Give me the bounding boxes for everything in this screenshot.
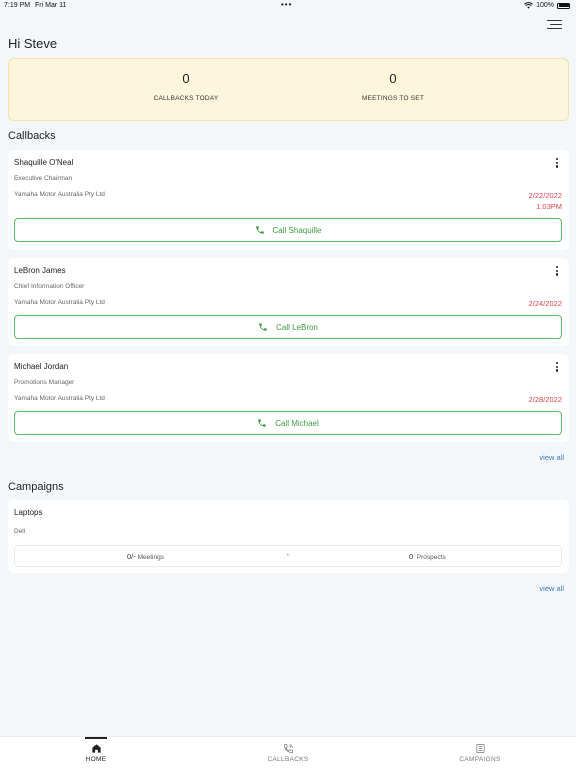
callbacks-today-value: 0 [182,71,190,86]
hamburger-icon [547,20,562,22]
meetings-to-set-stat[interactable]: 0 MEETINGS TO SET [293,59,493,102]
contact-role: Promotions Manager [14,379,75,386]
tab-bar: HOME CALLBACKS CAMPAIGNS [0,736,576,768]
tab-campaigns-label: CAMPAIGNS [459,756,501,763]
callbacks-today-stat[interactable]: 0 CALLBACKS TODAY [86,59,286,102]
campaign-card[interactable]: Laptops Dell 0/- Meetings + 0 Prospects [8,500,569,573]
callback-card[interactable]: LeBron James Chief Information Officer Y… [8,258,569,346]
hamburger-line [547,28,562,30]
prospects-value: 0 [409,552,414,561]
campaign-name: Laptops [14,508,43,517]
callback-date: 2/22/2022 [528,191,562,200]
prospects-label: Prospects [416,554,446,561]
menu-button[interactable] [547,20,562,30]
meetings-to-set-value: 0 [389,71,397,86]
callbacks-section-title: Callbacks [8,130,56,142]
contact-name: LeBron James [14,266,66,275]
battery-percent: 100% [536,2,554,9]
contact-name: Michael Jordan [14,362,69,371]
stats-separator: + [286,552,290,559]
hamburger-line [550,24,562,26]
more-options-icon[interactable] [554,158,560,170]
meetings-label: Meetings [137,554,164,561]
home-icon [91,744,101,753]
call-button-label: Call Shaquille [272,225,322,235]
status-date: Fri Mar 11 [35,2,67,9]
campaigns-view-all-link[interactable]: view all [539,584,564,593]
callbacks-view-all-link[interactable]: view all [539,453,564,462]
tab-campaigns[interactable]: CAMPAIGNS [440,737,520,763]
list-icon [475,744,485,753]
call-button[interactable]: Call Michael [14,411,562,435]
campaign-client: Dell [14,528,26,535]
tab-callbacks-label: CALLBACKS [267,756,309,763]
campaign-prospects: 0 Prospects [409,552,446,561]
call-button-label: Call Michael [275,418,319,428]
battery-icon [557,2,570,9]
campaign-meetings: 0/- Meetings [127,552,164,561]
greeting: Hi Steve [8,36,58,51]
callback-card[interactable]: Michael Jordan Promotions Manager Yamaha… [8,354,569,442]
phone-icon [283,744,293,753]
callback-date: 2/28/2022 [528,395,562,404]
contact-company: Yamaha Motor Australia Pty Ltd [14,299,105,306]
status-right: 100% [524,2,570,9]
status-time: 7:19 PM [4,2,31,9]
campaign-stats: 0/- Meetings + 0 Prospects [14,545,562,567]
phone-icon [255,226,264,234]
summary-panel: 0 CALLBACKS TODAY 0 MEETINGS TO SET [8,58,569,121]
status-bar: 7:19 PM Fri Mar 11 ••• 100% [0,0,576,12]
callback-time: 1:03PM [536,202,562,211]
phone-icon [258,419,266,427]
phone-icon [259,323,267,331]
callback-datetime: 2/28/2022 [529,394,562,405]
tab-callbacks[interactable]: CALLBACKS [248,737,328,763]
contact-name: Shaquille O'Neal [14,158,74,167]
contact-role: Executive Chairman [14,175,73,182]
meetings-value: 0/- [127,552,136,561]
tab-home[interactable]: HOME [56,737,136,763]
callback-datetime: 2/22/2022 1:03PM [529,190,562,212]
meetings-to-set-label: MEETINGS TO SET [362,95,424,102]
tab-home-label: HOME [85,756,107,763]
contact-role: Chief Information Officer [14,283,85,290]
wifi-icon [524,2,534,9]
callbacks-today-label: CALLBACKS TODAY [153,95,219,102]
contact-company: Yamaha Motor Australia Pty Ltd [14,191,105,198]
contact-company: Yamaha Motor Australia Pty Ltd [14,395,105,402]
campaigns-section-title: Campaigns [8,481,64,493]
callback-datetime: 2/24/2022 [529,298,562,309]
callback-date: 2/24/2022 [528,299,562,308]
more-options-icon[interactable] [554,362,560,374]
callback-card[interactable]: Shaquille O'Neal Executive Chairman Yama… [8,150,569,250]
call-button[interactable]: Call LeBron [14,315,562,339]
multitasking-dots-icon[interactable]: ••• [281,0,292,9]
more-options-icon[interactable] [554,266,560,278]
call-button[interactable]: Call Shaquille [14,218,562,242]
call-button-label: Call LeBron [276,322,318,332]
